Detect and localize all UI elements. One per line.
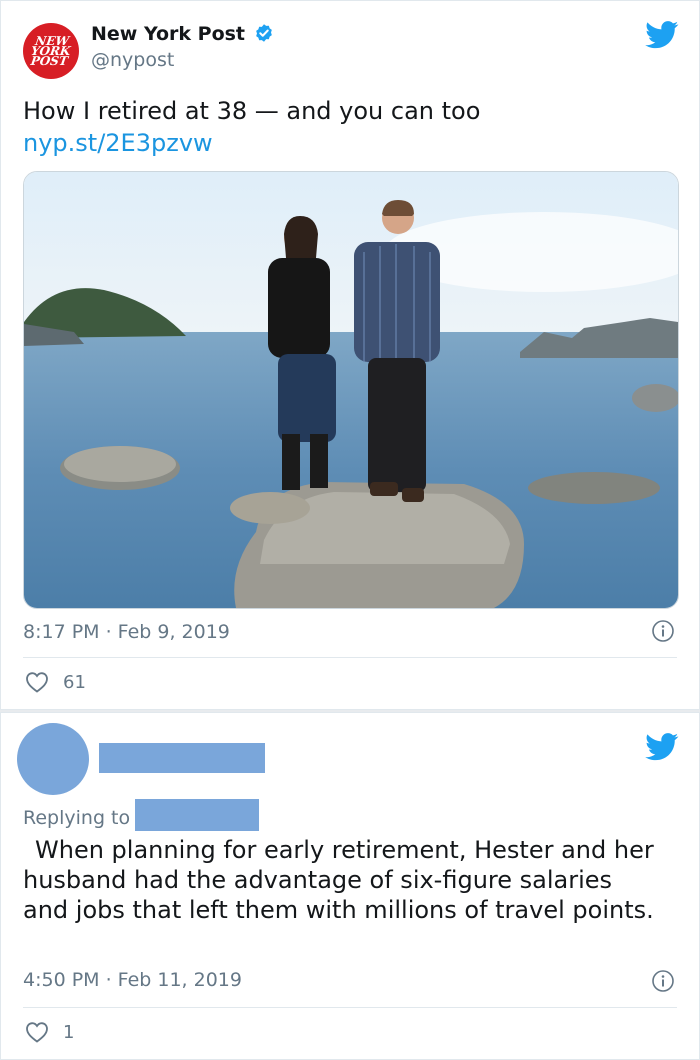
- display-name[interactable]: New York Post: [91, 23, 245, 45]
- tweet-timestamp[interactable]: 8:17 PM · Feb 9, 2019: [23, 621, 230, 643]
- like-count: 61: [63, 671, 86, 693]
- tweet-card-reply: Replying to When planning for early reti…: [0, 712, 700, 1060]
- replying-to-label: Replying to: [23, 807, 131, 829]
- divider: [23, 1007, 677, 1008]
- handle[interactable]: @nypost: [91, 49, 274, 71]
- twitter-bird-icon[interactable]: [645, 733, 679, 761]
- divider: [23, 657, 677, 658]
- nypost-avatar[interactable]: NEW YORK POST: [23, 23, 79, 79]
- heart-icon: [26, 1022, 48, 1043]
- tweet-timestamp[interactable]: 4:50 PM · Feb 11, 2019: [23, 969, 242, 991]
- like-count: 1: [63, 1021, 75, 1043]
- twitter-bird-icon[interactable]: [645, 21, 679, 49]
- heart-icon: [26, 672, 48, 693]
- reply-text: When planning for early retirement, Hest…: [23, 836, 654, 924]
- tweet-photo[interactable]: [23, 171, 679, 609]
- like-button[interactable]: 61: [25, 671, 86, 693]
- redacted-reply-target: [135, 799, 259, 831]
- tweet-text: How I retired at 38 — and you can too ny…: [23, 95, 673, 159]
- tweet-headline: How I retired at 38 — and you can too: [23, 97, 481, 125]
- couple-on-rock-photo: [24, 172, 678, 608]
- like-button[interactable]: 1: [25, 1021, 74, 1043]
- info-icon[interactable]: [651, 969, 675, 993]
- info-icon[interactable]: [651, 619, 675, 643]
- tweet-card-nypost: NEW YORK POST New York Post @nypost How …: [0, 0, 700, 710]
- verified-badge-icon: [256, 24, 272, 42]
- avatar[interactable]: [17, 723, 89, 795]
- author-block: New York Post @nypost: [91, 23, 274, 71]
- nypost-logo-text: NEW YORK POST: [30, 34, 72, 68]
- tweet-link[interactable]: nyp.st/2E3pzvw: [23, 127, 673, 159]
- redacted-username: [99, 743, 265, 773]
